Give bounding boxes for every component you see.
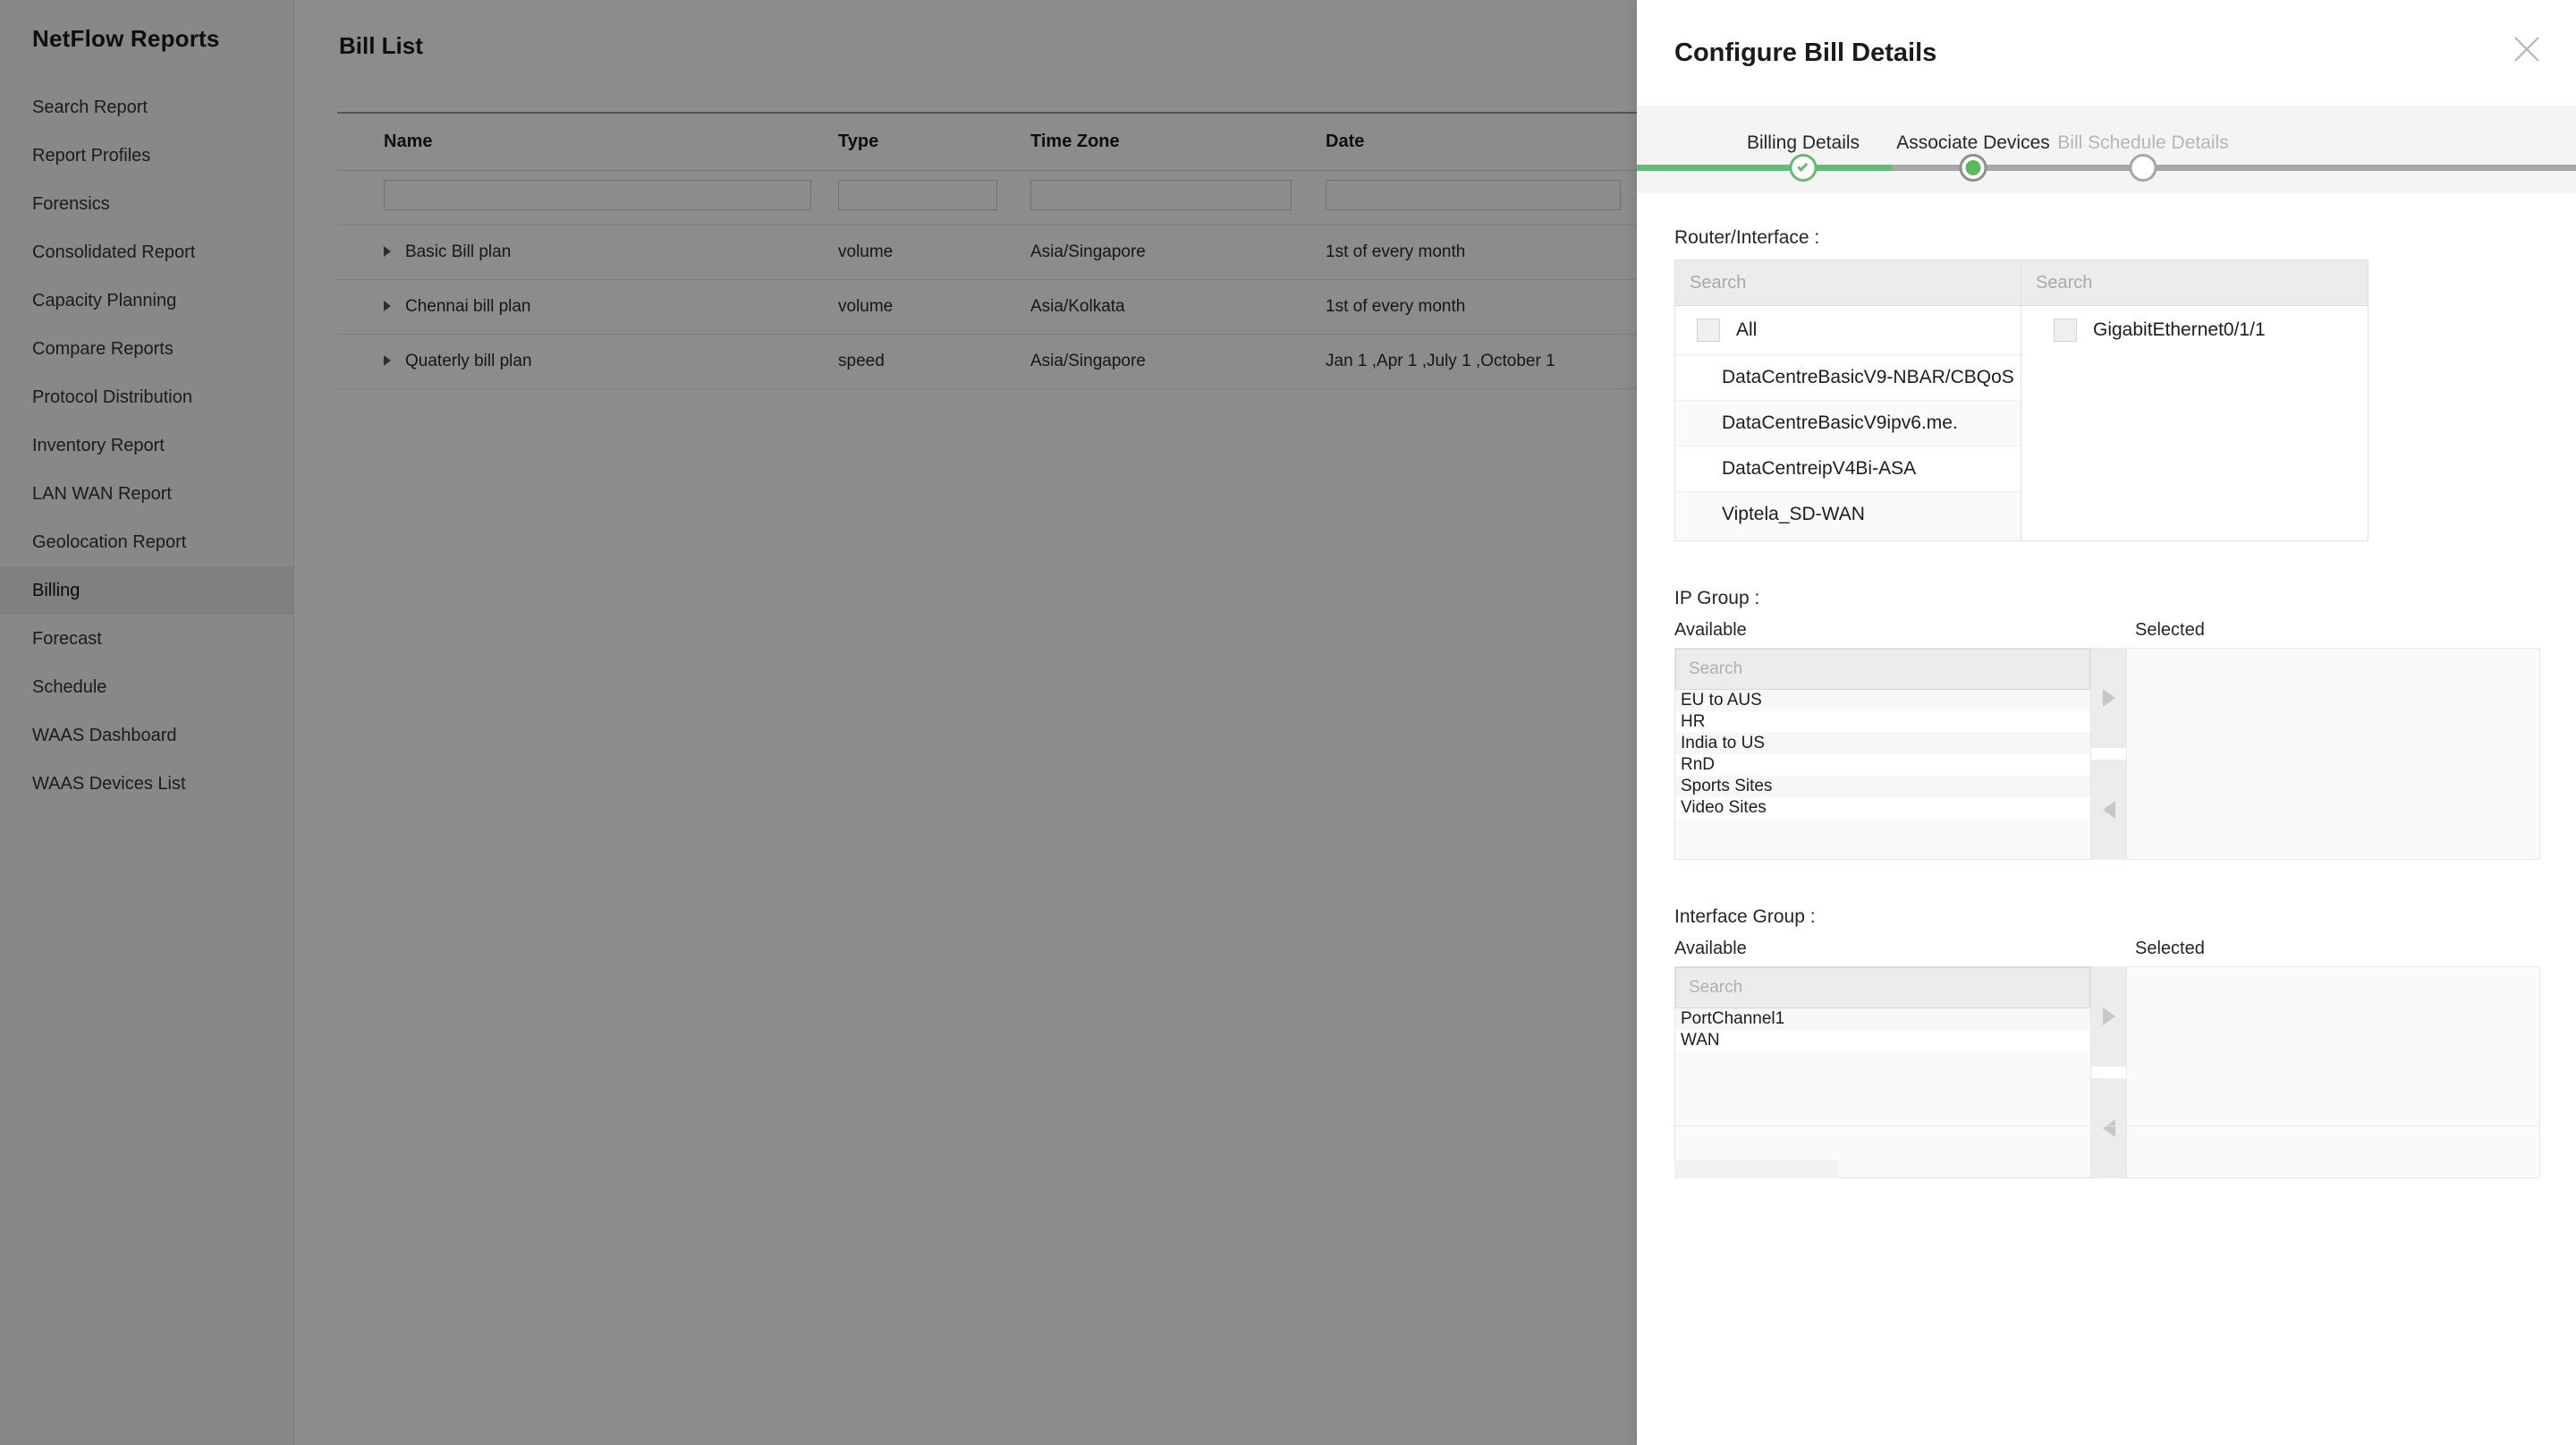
step-node-bill-schedule-details[interactable] — [2129, 154, 2157, 182]
interface-search-input[interactable] — [2036, 272, 2353, 293]
ip-group-search-input[interactable] — [1689, 659, 2077, 679]
ip-group-item[interactable]: HR — [1675, 711, 2090, 733]
interface-group-item[interactable]: PortChannel1 — [1675, 1008, 2090, 1030]
ip-group-item[interactable]: India to US — [1675, 733, 2090, 754]
interface-group-search-input[interactable] — [1689, 978, 2077, 998]
interface-group-selected-list[interactable] — [2126, 966, 2540, 1178]
arrow-right-icon — [2102, 1007, 2115, 1025]
interface-label: GigabitEthernet0/1/1 — [2093, 319, 2266, 340]
router-device-item[interactable]: DataCentreBasicV9ipv6.me. — [1675, 401, 2021, 447]
close-icon[interactable] — [2512, 34, 2542, 64]
interface-group-move-left-button[interactable] — [2091, 1078, 2126, 1178]
interface-group-available-box: PortChannel1WAN — [1674, 966, 2091, 1178]
ip-group-item[interactable]: Video Sites — [1675, 797, 2090, 819]
step-node-associate-devices[interactable] — [1959, 154, 1987, 182]
ip-group-item[interactable]: EU to AUS — [1675, 690, 2090, 711]
ip-group-selected-list[interactable] — [2126, 648, 2540, 860]
dialog-title: Configure Bill Details — [1674, 38, 1937, 67]
footer-action-button[interactable] — [1674, 1160, 1838, 1178]
wizard-stepper: Billing Details Associate Devices Bill S… — [1637, 106, 2576, 193]
router-column: All DataCentreBasicV9-NBAR/CBQoSDataCent… — [1675, 260, 2021, 540]
ip-group-label: IP Group : — [1674, 588, 1760, 608]
ip-group-subheaders: Available Selected — [1674, 620, 2540, 641]
interface-group-available-list: PortChannel1 WAN — [1675, 1008, 2090, 1177]
ip-group-item[interactable]: Sports Sites — [1675, 776, 2090, 797]
interface-group-transfer: PortChannel1WAN — [1674, 966, 2540, 1178]
interface-group-move-right-button[interactable] — [2091, 966, 2126, 1067]
ip-group-available-label: Available — [1674, 620, 1747, 640]
step-label-bill-schedule-details[interactable]: Bill Schedule Details — [2057, 132, 2228, 154]
interface-group-available-label: Available — [1674, 939, 1747, 958]
ip-group-selected-label: Selected — [2135, 620, 2205, 640]
router-search-box[interactable] — [1675, 260, 2021, 306]
ip-group-move-right-button[interactable] — [2091, 648, 2126, 748]
ip-group-transfer-buttons — [2091, 648, 2126, 860]
dialog-header: Configure Bill Details — [1637, 0, 2576, 106]
ip-group-item[interactable]: RnD — [1675, 754, 2090, 776]
ip-group-available-list: EU to AUS HR India to US RnD Sports Sites Vid… — [1675, 690, 2090, 859]
interface-checkbox[interactable] — [2054, 319, 2077, 342]
current-step-dot-icon — [1965, 160, 1981, 175]
configure-bill-details-dialog: Configure Bill Details Billing Details A… — [1637, 0, 2576, 1445]
interface-group-label: Interface Group : — [1674, 906, 1816, 927]
interface-search-box[interactable] — [2021, 260, 2368, 306]
stepper-track-progress — [1637, 165, 1892, 171]
router-all-row[interactable]: All — [1675, 306, 2021, 355]
interface-checkbox-list: GigabitEthernet0/1/1 — [2021, 306, 2368, 540]
step-node-billing-details[interactable] — [1789, 154, 1818, 182]
ip-group-transfer: EU to AUSHRIndia to USRnDSports SitesVid… — [1674, 648, 2540, 860]
step-label-billing-details[interactable]: Billing Details — [1747, 132, 1860, 154]
router-device-item[interactable]: Viptela_SD-WAN — [1675, 492, 2021, 539]
interface-column: GigabitEthernet0/1/1 — [2021, 260, 2368, 540]
modal-backdrop[interactable] — [0, 0, 1637, 1445]
interface-group-section: Interface Group : Available Selected Por… — [1674, 906, 2540, 1178]
router-all-checkbox[interactable] — [1697, 319, 1720, 342]
interface-group-selected-label: Selected — [2135, 939, 2205, 958]
step-label-associate-devices[interactable]: Associate Devices — [1896, 132, 2050, 154]
ip-group-section: IP Group : Available Selected EU to AUSH… — [1674, 588, 2540, 860]
dialog-body: Router/Interface : All DataCentreBasicV9… — [1637, 193, 2576, 1178]
interface-group-search-box[interactable] — [1675, 967, 2090, 1008]
arrow-left-icon — [2102, 801, 2115, 819]
check-icon — [1797, 160, 1809, 172]
interface-group-item[interactable]: WAN — [1675, 1030, 2090, 1051]
interface-group-subheaders: Available Selected — [1674, 939, 2540, 959]
ip-group-available-box: EU to AUSHRIndia to USRnDSports SitesVid… — [1674, 648, 2091, 860]
arrow-right-icon — [2102, 689, 2115, 707]
stepper-labels: Billing Details Associate Devices Bill S… — [1637, 106, 2576, 161]
router-interface-label: Router/Interface : — [1674, 227, 1820, 248]
ip-group-search-box[interactable] — [1675, 649, 2090, 690]
router-interface-panel: All DataCentreBasicV9-NBAR/CBQoSDataCent… — [1674, 259, 2368, 541]
router-device-list: DataCentreBasicV9-NBAR/CBQoS DataCentreBa… — [1675, 355, 2021, 540]
router-device-item[interactable]: DataCentreBasicV9-NBAR/CBQoS — [1675, 355, 2021, 402]
stepper-track — [1637, 165, 2576, 171]
router-search-input[interactable] — [1690, 272, 2006, 293]
interface-group-transfer-buttons — [2091, 966, 2126, 1178]
router-all-label: All — [1736, 319, 1758, 340]
arrow-left-icon — [2102, 1119, 2115, 1137]
interface-item[interactable]: GigabitEthernet0/1/1 — [2021, 306, 2368, 354]
router-device-item[interactable]: DataCentreipV4Bi-ASA — [1675, 446, 2021, 493]
ip-group-move-left-button[interactable] — [2091, 760, 2126, 860]
